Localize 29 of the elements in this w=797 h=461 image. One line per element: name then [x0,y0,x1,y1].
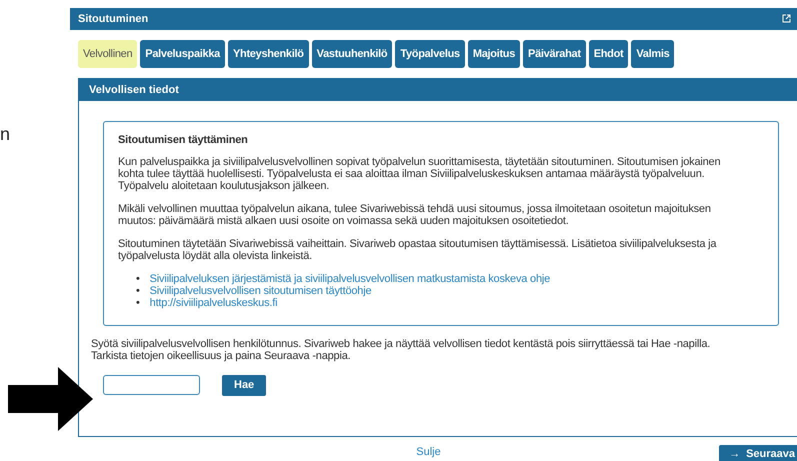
bullet: • [136,296,140,309]
step-tab[interactable]: Ehdot [588,40,628,68]
external-link-icon[interactable] [782,14,791,24]
step-tab[interactable]: Yhteyshenkilö [228,40,309,68]
step-tab[interactable]: Vastuuhenkilö [312,40,392,68]
step-tab[interactable]: Palveluspaikka [140,40,225,68]
arrow-icon [8,367,93,431]
info-paragraph: Sitoutuminen täytetään Sivariwebissä vaiheittain. Sivariweb opastaa sitoutumisen täyttämisessä. Lisätietoa siviilipalveluksesta ja työpalvelusta löydät alla olevista linkeistä. [118,238,718,262]
instruction-text: Syötä siviilipalvelusvelvollisen henkilötunnus. Sivariweb hakee ja näyttää velvollisen tiedot kentästä pois siirryttäessä tai Hae -napilla. Tarkista tietojen oikeellisuus ja paina Seuraava -nappia. [91,338,712,362]
id-input-field[interactable] [103,375,200,396]
next-button[interactable]: → Seuraava [719,445,797,461]
info-link[interactable]: Siviilipalveluksen järjestämistä ja siviilipalvelusvelvollisen matkustamista koskeva ohje [150,272,550,285]
info-link[interactable]: http://siviilipalveluskeskus.fi [150,296,278,309]
info-paragraph: Mikäli velvollinen muuttaa työpalvelun aikana, tulee Sivariwebissä tehdä uusi sitoumus, jossa ilmoitetaan osoitetun majoituksen muutos: päivämäärä mistä alkaen uusi osoite on voimassa sekä uuden majoituksen osoitetiedot. [118,202,712,227]
window-title: Sitoutuminen [78,12,148,25]
info-paragraph: Kun palveluspaikka ja siviilipalvelusvelvollinen sopivat työpalvelun suorittamisesta, täytetään sitoutuminen. Sitoutumisen jokainen kohta tulee täyttää huolellisesti. Työpalvelusta ei saa aloittaa ilman Siviilipalveluskeskuksen antamaa määräystä työpalveluun. Työpalvelu aloitetaan koulutusjakson jälkeen. [118,156,722,192]
step-tab[interactable]: Majoitus [468,40,520,68]
step-tab[interactable]: Velvollinen [78,40,138,68]
step-tab[interactable]: Päivärahat [523,40,586,68]
info-heading: Sitoutumisen täyttäminen [118,134,249,146]
close-link[interactable]: Sulje [416,446,441,458]
step-tab[interactable]: Valmis [631,40,674,68]
slide-text: n [0,124,10,145]
panel-title: Velvollisen tiedot [79,78,797,101]
bullet: • [136,284,140,297]
bullet: • [136,272,140,285]
info-link[interactable]: Siviilipalvelusvelvollisen sitoutumisen täyttöohje [150,284,372,297]
step-tab[interactable]: Työpalvelus [395,40,465,68]
search-button[interactable]: Hae [222,374,266,396]
